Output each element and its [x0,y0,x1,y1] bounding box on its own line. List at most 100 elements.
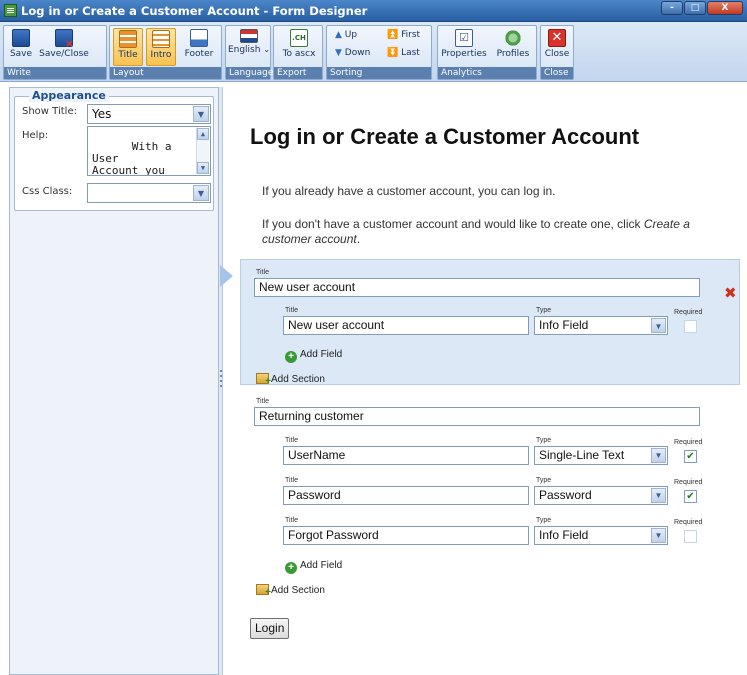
chevron-down-icon[interactable]: ▼ [193,185,209,201]
move-up-button[interactable]: ▲ Up [335,30,357,40]
add-field-link[interactable]: + Add Field [285,349,342,363]
field-required-label: Required [674,479,703,486]
chevron-down-icon[interactable]: ▼ [193,106,209,122]
intro-toggle-button[interactable]: Intro [146,28,176,66]
profiles-button[interactable]: Profiles [492,28,534,66]
arrow-down-icon: ▼ [335,48,342,58]
ascx-file-icon: .CH [290,29,308,47]
footer-toggle-button[interactable]: Footer [180,28,218,66]
login-button[interactable]: Login [250,618,290,639]
save-close-button[interactable]: Save/Close [38,28,90,66]
ribbon-group-label: Analytics [438,67,536,79]
add-field-label: Add Field [300,349,343,360]
double-arrow-up-icon: ⏫ [387,30,399,40]
intro-emphasis: Create a [643,217,690,231]
field-required-checkbox[interactable] [684,530,697,543]
chevron-down-icon[interactable]: ▼ [651,448,666,463]
field-title-input[interactable]: New user account [283,316,529,335]
save-close-label: Save/Close [39,49,89,59]
splitter-grip-icon[interactable] [220,370,222,372]
field-type-select[interactable]: Info Field ▼ [534,526,668,545]
save-close-icon [55,29,74,50]
english-flag-icon [240,29,258,43]
field-type-value: Info Field [539,318,589,332]
add-field-link[interactable]: + Add Field [285,560,342,574]
show-title-select[interactable]: Yes ▼ [87,104,211,124]
add-section-label: Add Section [271,374,325,385]
ribbon-group-label: Close [541,67,573,79]
delete-section-icon[interactable]: ✖ [724,284,737,302]
scroll-up-icon[interactable]: ▲ [197,128,209,140]
ribbon-group-layout: Title Intro Footer Layout [109,25,222,80]
add-section-icon [256,373,271,387]
section-title-input[interactable]: Returning customer [254,407,700,426]
ribbon-group-write: Save Save/Close Write [3,25,107,80]
field-type-select[interactable]: Single-Line Text ▼ [534,446,668,465]
move-down-button[interactable]: ▼ Down [335,48,370,58]
chevron-down-icon[interactable]: ▼ [651,318,666,333]
add-section-link[interactable]: Add Section [256,373,325,387]
field-title-input[interactable]: Forgot Password [283,526,529,545]
field-type-select[interactable]: Info Field ▼ [534,316,668,335]
help-textarea[interactable]: With a User Account you get a faster che… [87,126,211,176]
field-type-select[interactable]: Password ▼ [534,486,668,505]
section-title-label: Title [256,269,269,276]
window-title: Log in or Create a Customer Account - Fo… [21,4,368,18]
title-toggle-label: Title [118,50,138,60]
export-to-ascx-label: To ascx [282,49,316,59]
form-canvas: Log in or Create a Customer Account If y… [220,87,747,675]
move-first-button[interactable]: ⏫ First [387,30,420,40]
ribbon-group-label: Export [274,67,322,79]
field-title-input[interactable]: UserName [283,446,529,465]
title-layout-icon [119,30,137,48]
intro-emphasis: customer account [262,232,357,246]
maximize-button[interactable]: □ [684,1,706,15]
intro-layout-icon [152,30,170,48]
intro-toggle-label: Intro [150,50,172,60]
chevron-down-icon[interactable]: ▼ [651,528,666,543]
field-required-checkbox[interactable]: ✔ [684,490,697,503]
save-button[interactable]: Save [6,28,36,66]
minimize-button[interactable]: - [661,1,683,15]
help-scrollbar[interactable]: ▲ ▼ [196,128,209,174]
double-arrow-down-icon: ⏬ [387,48,399,58]
move-first-label: First [401,30,421,40]
ribbon-toolbar: Save Save/Close Write Title Intro Footer… [0,22,747,82]
export-to-ascx-button[interactable]: .CH To ascx [277,28,321,66]
close-window-button[interactable]: X [707,1,743,15]
move-last-button[interactable]: ⏬ Last [387,48,420,58]
section-title-input[interactable]: New user account [254,278,700,297]
ribbon-group-language: English ⌄ Language [225,25,273,80]
field-title-label: Title [285,437,298,444]
ribbon-group-sorting: ▲ Up ▼ Down ⏫ First ⏬ Last Sorting [326,25,432,80]
field-required-checkbox[interactable] [684,320,697,333]
intro-line-1: If you already have a customer account, … [262,184,556,198]
field-type-value: Single-Line Text [539,448,625,462]
footer-layout-icon [190,29,208,47]
field-title-label: Title [285,477,298,484]
properties-button[interactable]: ☑ Properties [440,28,488,66]
scroll-down-icon[interactable]: ▼ [197,162,209,174]
language-dropdown[interactable]: English ⌄ [227,28,271,66]
add-section-link[interactable]: Add Section [256,584,325,598]
field-required-checkbox[interactable]: ✔ [684,450,697,463]
css-class-select[interactable]: ▼ [87,183,211,203]
field-type-label: Type [536,517,552,524]
field-title-input[interactable]: Password [283,486,529,505]
close-designer-button[interactable]: ✕ Close [543,28,571,66]
add-section-label: Add Section [271,585,325,596]
chevron-down-icon[interactable]: ▼ [651,488,666,503]
title-toggle-button[interactable]: Title [113,28,143,66]
arrow-up-icon: ▲ [335,30,342,40]
properties-label: Properties [441,49,487,59]
selection-pointer-icon [220,265,233,287]
form-heading[interactable]: Log in or Create a Customer Account [250,124,639,150]
add-icon: + [285,351,297,363]
help-label: Help: [22,130,49,141]
close-label: Close [544,49,570,59]
ribbon-group-label: Layout [110,67,221,79]
panel-splitter[interactable] [219,87,223,675]
add-field-label: Add Field [300,560,343,571]
section-title-label: Title [256,398,269,405]
window-controls: - □ X [661,1,743,15]
